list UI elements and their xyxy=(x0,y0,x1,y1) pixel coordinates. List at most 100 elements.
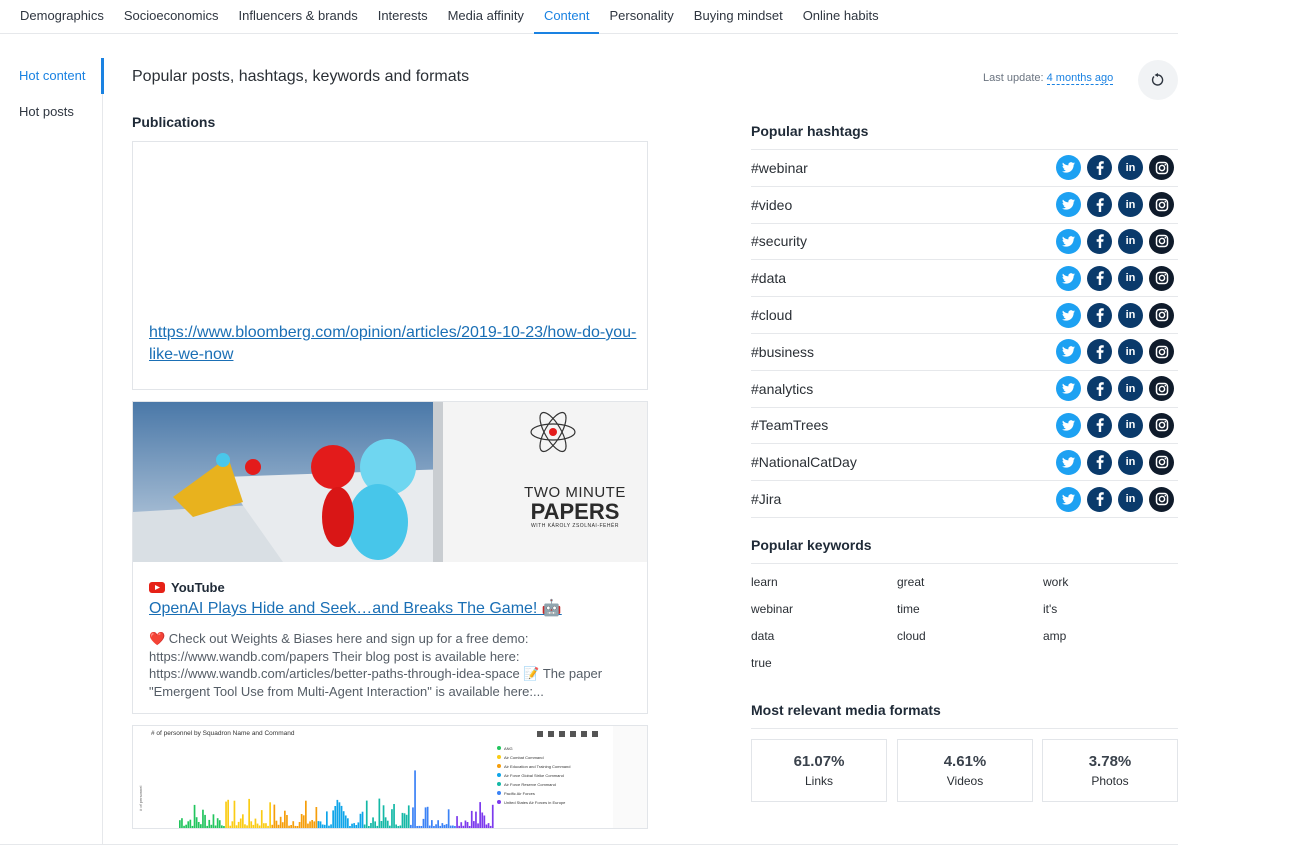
thumb-text-line2: PAPERS xyxy=(530,499,620,524)
last-update-label: Last update: xyxy=(983,72,1044,84)
chart-preview-ylabel: # of personnel xyxy=(138,785,143,811)
hashtag-label: #analytics xyxy=(751,380,814,397)
instagram-icon[interactable] xyxy=(1149,412,1174,438)
facebook-icon[interactable] xyxy=(1087,339,1112,365)
chart-bar xyxy=(206,825,208,828)
chart-bar xyxy=(357,822,360,828)
twitter-icon[interactable] xyxy=(1056,449,1081,475)
twitter-icon[interactable] xyxy=(1056,412,1081,438)
legend-label: Air Force Reserve Command xyxy=(504,782,556,787)
tab-buying-mindset[interactable]: Buying mindset xyxy=(684,0,793,34)
twitter-icon[interactable] xyxy=(1056,376,1081,402)
twitter-icon[interactable] xyxy=(1056,155,1081,181)
side-nav-item-hot-posts[interactable]: Hot posts xyxy=(0,94,102,130)
instagram-icon[interactable] xyxy=(1149,449,1174,475)
instagram-icon[interactable] xyxy=(1149,265,1174,291)
tab-content[interactable]: Content xyxy=(533,0,600,34)
chart-bar xyxy=(309,821,311,828)
linkedin-icon[interactable]: in xyxy=(1118,449,1143,475)
linkedin-icon[interactable]: in xyxy=(1118,486,1143,512)
publication-card-video: TWO MINUTE PAPERS WITH KÁROLY ZSOLNAI-FE… xyxy=(132,401,648,714)
publication-link[interactable]: https://www.bloomberg.com/opinion/articl… xyxy=(149,322,639,366)
refresh-button[interactable] xyxy=(1138,60,1178,100)
facebook-icon[interactable] xyxy=(1087,302,1112,328)
hashtag-label: #NationalCatDay xyxy=(751,454,857,471)
chart-bar xyxy=(405,814,408,828)
chart-bar xyxy=(237,821,240,828)
tab-demographics[interactable]: Demographics xyxy=(0,0,114,34)
chart-bar xyxy=(260,810,263,828)
instagram-icon[interactable] xyxy=(1149,339,1174,365)
legend-swatch xyxy=(497,746,501,750)
chart-bar xyxy=(267,825,269,828)
instagram-icon[interactable] xyxy=(1149,486,1174,512)
instagram-icon[interactable] xyxy=(1149,228,1174,254)
chart-bar xyxy=(239,818,242,828)
chart-bar xyxy=(244,824,246,828)
instagram-icon[interactable] xyxy=(1149,302,1174,328)
linkedin-icon[interactable]: in xyxy=(1118,302,1143,328)
instagram-icon[interactable] xyxy=(1149,192,1174,218)
chart-bar xyxy=(195,817,198,828)
tab-media-affinity[interactable]: Media affinity xyxy=(438,0,534,34)
twitter-icon[interactable] xyxy=(1056,228,1081,254)
chart-bar xyxy=(380,821,383,828)
facebook-icon[interactable] xyxy=(1087,376,1112,402)
chart-bar xyxy=(386,820,389,828)
hashtag-label: #cloud xyxy=(751,307,793,324)
chart-bar xyxy=(191,825,194,828)
chart-bar xyxy=(433,826,435,828)
tab-interests[interactable]: Interests xyxy=(368,0,438,34)
chart-bar xyxy=(252,824,255,828)
facebook-icon[interactable] xyxy=(1087,192,1112,218)
legend-label: ANG xyxy=(504,746,513,751)
chart-bar xyxy=(290,825,292,828)
video-thumbnail[interactable]: TWO MINUTE PAPERS WITH KÁROLY ZSOLNAI-FE… xyxy=(133,402,647,562)
chart-bar xyxy=(456,816,458,828)
tab-socioeconomics[interactable]: Socioeconomics xyxy=(114,0,229,34)
linkedin-icon[interactable]: in xyxy=(1118,265,1143,291)
chart-bar xyxy=(265,823,267,828)
linkedin-icon[interactable]: in xyxy=(1118,228,1143,254)
facebook-icon[interactable] xyxy=(1087,265,1112,291)
facebook-icon[interactable] xyxy=(1087,155,1112,181)
legend-swatch xyxy=(497,800,501,804)
social-links: in xyxy=(1056,265,1178,291)
social-links: in xyxy=(1056,412,1178,438)
facebook-icon[interactable] xyxy=(1087,449,1112,475)
linkedin-icon[interactable]: in xyxy=(1118,155,1143,181)
tab-online-habits[interactable]: Online habits xyxy=(793,0,889,34)
chart-bar xyxy=(475,811,477,828)
last-update-link[interactable]: 4 months ago xyxy=(1046,72,1114,85)
twitter-icon[interactable] xyxy=(1056,486,1081,512)
tab-personality[interactable]: Personality xyxy=(599,0,683,34)
tab-influencers-brands[interactable]: Influencers & brands xyxy=(228,0,367,34)
twitter-icon[interactable] xyxy=(1056,265,1081,291)
linkedin-icon[interactable]: in xyxy=(1118,412,1143,438)
chart-bar xyxy=(302,815,305,828)
twitter-icon[interactable] xyxy=(1056,339,1081,365)
linkedin-icon[interactable]: in xyxy=(1118,376,1143,402)
publications-title: Publications xyxy=(132,114,216,130)
chart-preview-legend: ANG Air Combat Command Air Education and T… xyxy=(497,744,570,807)
linkedin-icon[interactable]: in xyxy=(1118,192,1143,218)
chart-bar xyxy=(197,822,200,828)
facebook-icon[interactable] xyxy=(1087,486,1112,512)
chart-bar xyxy=(298,822,301,828)
keyword-item: great xyxy=(897,575,925,589)
chart-bar xyxy=(361,811,364,828)
instagram-icon[interactable] xyxy=(1149,376,1174,402)
chart-bar xyxy=(353,823,355,828)
chart-bar xyxy=(468,826,471,828)
video-title-link[interactable]: OpenAI Plays Hide and Seek…and Breaks Th… xyxy=(149,598,562,618)
linkedin-icon[interactable]: in xyxy=(1118,339,1143,365)
instagram-icon[interactable] xyxy=(1149,155,1174,181)
chart-bar xyxy=(403,813,406,828)
facebook-icon[interactable] xyxy=(1087,228,1112,254)
twitter-icon[interactable] xyxy=(1056,302,1081,328)
twitter-icon[interactable] xyxy=(1056,192,1081,218)
side-nav-item-hot-content[interactable]: Hot content xyxy=(0,58,104,94)
facebook-icon[interactable] xyxy=(1087,412,1112,438)
social-links: in xyxy=(1056,228,1178,254)
hashtag-label: #webinar xyxy=(751,159,808,176)
